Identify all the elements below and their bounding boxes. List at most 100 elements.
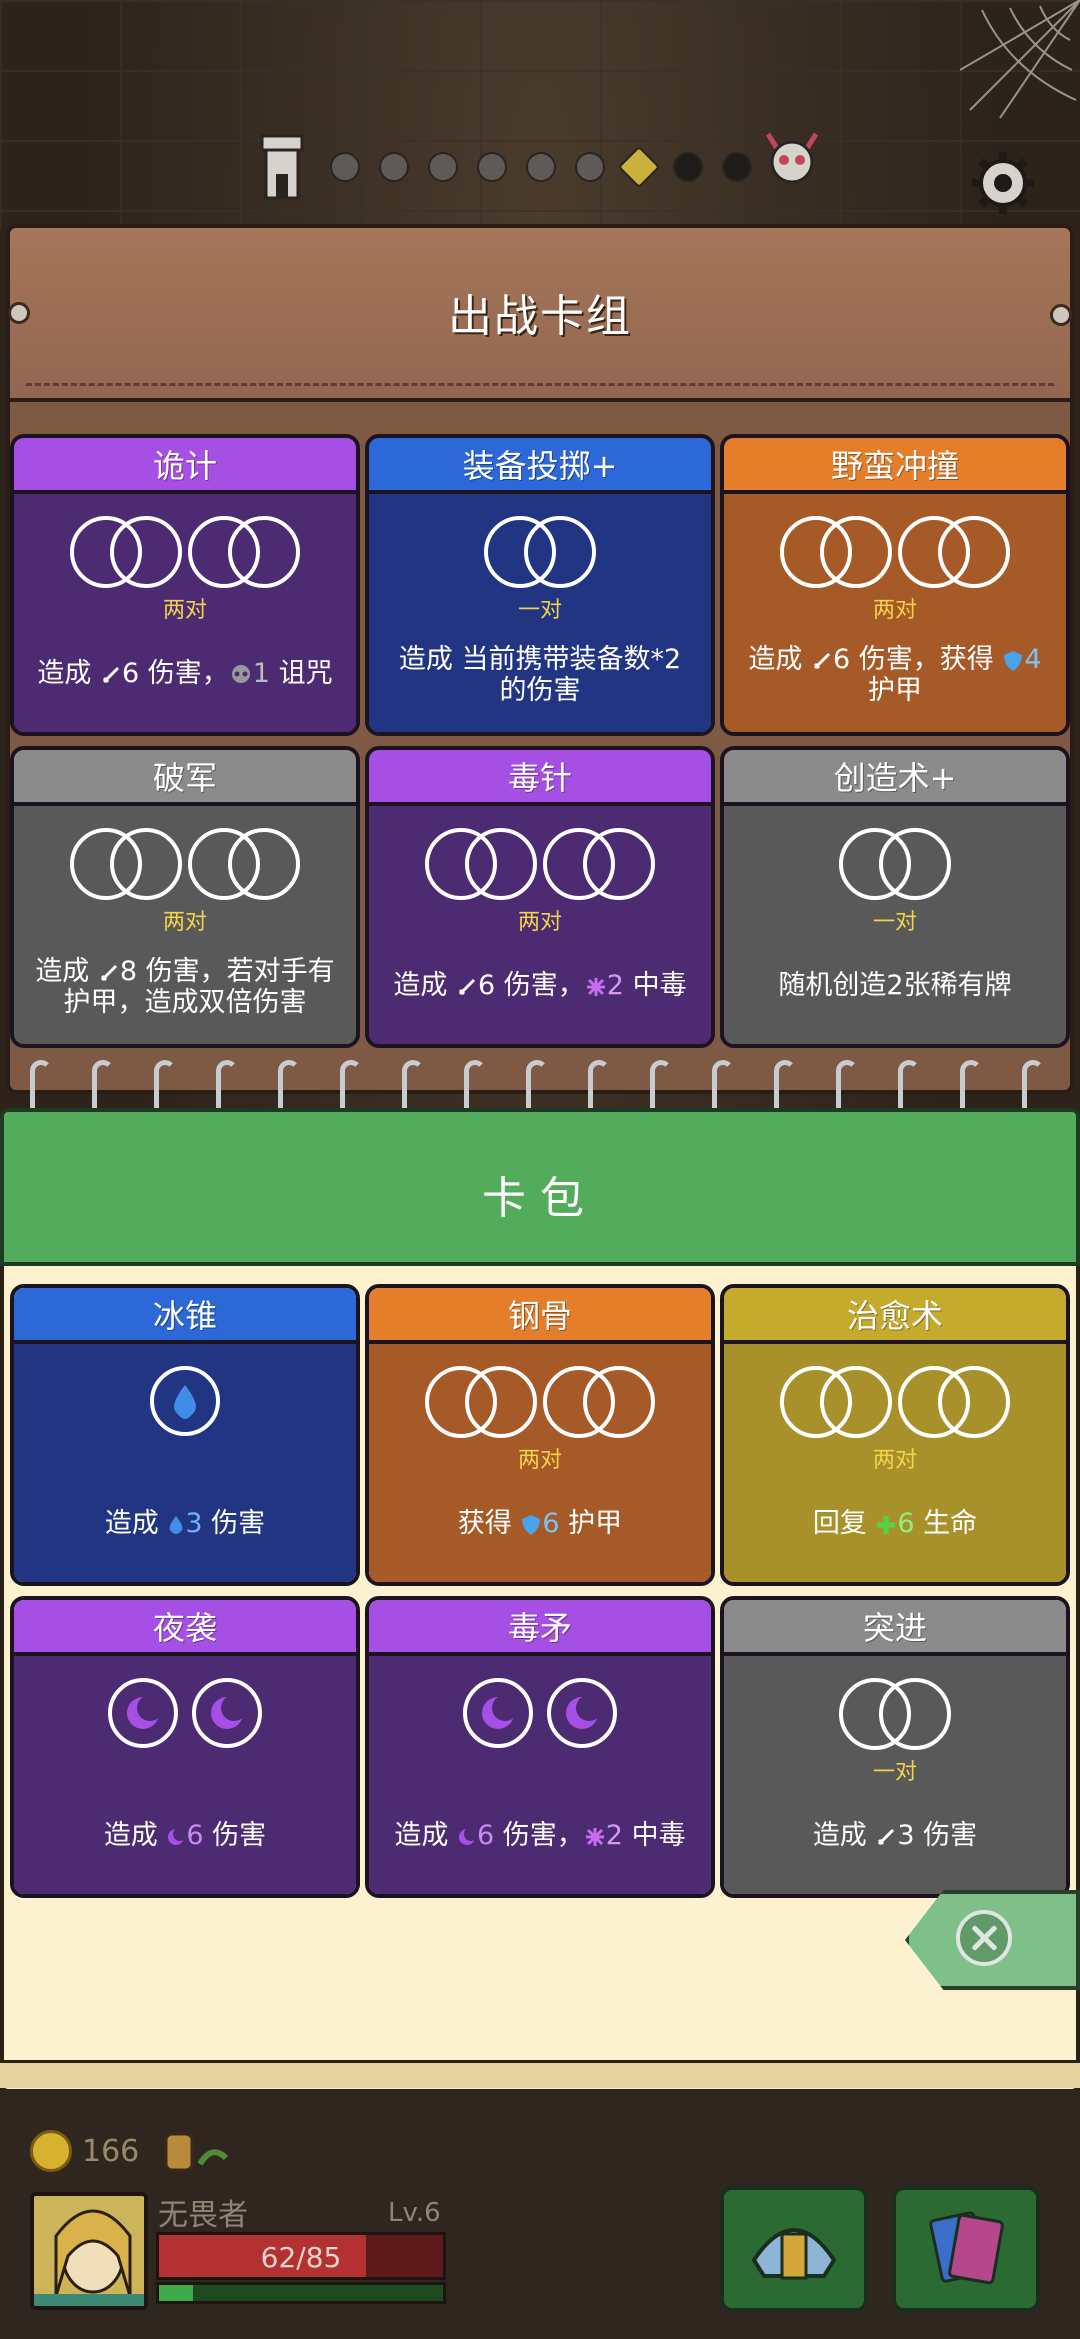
map-node bbox=[477, 152, 507, 182]
card-name: 装备投掷+ bbox=[369, 438, 711, 494]
moon-icon bbox=[463, 1678, 533, 1748]
map-node bbox=[673, 152, 703, 182]
map-node bbox=[575, 152, 605, 182]
map-node bbox=[379, 152, 409, 182]
card-name: 钢骨 bbox=[369, 1288, 711, 1344]
moon-icon bbox=[108, 1678, 178, 1748]
card-description: 造成 当前携带装备数*2 的伤害 bbox=[398, 644, 682, 706]
poison-icon bbox=[585, 1827, 604, 1846]
boss-skull-icon bbox=[765, 132, 819, 184]
deck-title: 出战卡组 bbox=[448, 291, 632, 342]
card-description: 造成 6 伤害 bbox=[103, 1820, 267, 1851]
card-description: 回复 6 生命 bbox=[812, 1508, 978, 1539]
helmet-icon bbox=[751, 2228, 837, 2280]
card-description: 造成 3 伤害 bbox=[104, 1508, 266, 1539]
pair-ring-icon bbox=[780, 516, 892, 590]
card-description: 造成 8 伤害，若对手有 护甲，造成双倍伤害 bbox=[35, 956, 335, 1018]
pair-ring-icon bbox=[898, 1366, 1010, 1440]
sword-icon bbox=[102, 666, 120, 683]
card-type: 一对 bbox=[872, 910, 917, 935]
card-name: 创造术+ bbox=[724, 750, 1066, 806]
avatar[interactable] bbox=[30, 2192, 148, 2310]
pair-ring-icon bbox=[543, 828, 655, 902]
cards-button[interactable] bbox=[892, 2186, 1040, 2312]
map-node bbox=[428, 152, 458, 182]
moon-icon bbox=[547, 1678, 617, 1748]
pair-ring-icon bbox=[839, 1678, 951, 1752]
hero-level: Lv.6 bbox=[388, 2198, 441, 2228]
sword-icon bbox=[878, 1828, 895, 1845]
pair-ring-icon bbox=[70, 516, 182, 590]
pack-card-3[interactable]: 治愈术 两对 回复 6 生命 bbox=[720, 1284, 1070, 1586]
pack-card-5[interactable]: 毒矛 造成 6 伤害， 2 中毒 bbox=[365, 1596, 715, 1898]
plus-icon bbox=[877, 1515, 896, 1534]
hp-text: 62/85 bbox=[260, 2241, 342, 2274]
cards-icon bbox=[929, 2211, 1004, 2285]
skull-icon bbox=[231, 664, 250, 683]
gold-amount: 166 bbox=[82, 2134, 140, 2169]
card-type: 两对 bbox=[872, 1448, 917, 1473]
deck-card-2[interactable]: 装备投掷+ 一对 造成 当前携带装备数*2 的伤害 bbox=[365, 434, 715, 736]
card-name: 夜袭 bbox=[14, 1600, 356, 1656]
sword-icon bbox=[458, 978, 476, 995]
pair-ring-icon bbox=[839, 828, 951, 902]
poison-icon bbox=[586, 977, 605, 996]
pack-card-6[interactable]: 突进 一对 造成 3 伤害 bbox=[720, 1596, 1070, 1898]
moon-icon bbox=[459, 1826, 478, 1845]
pair-ring-icon bbox=[780, 1366, 892, 1440]
hero-name: 无畏者 bbox=[158, 2198, 248, 2233]
card-description: 获得 6 护甲 bbox=[457, 1508, 623, 1539]
card-type: 两对 bbox=[162, 598, 207, 623]
shield-icon bbox=[522, 1514, 541, 1535]
tower-icon bbox=[260, 134, 304, 200]
card-name: 毒矛 bbox=[369, 1600, 711, 1656]
deck-card-1[interactable]: 诡计 两对 造成 6 伤害， 1 诅咒 bbox=[10, 434, 360, 736]
card-description: 造成 3 伤害 bbox=[812, 1820, 978, 1851]
shield-icon bbox=[1004, 650, 1023, 671]
pair-ring-icon bbox=[188, 828, 300, 902]
card-name: 诡计 bbox=[14, 438, 356, 494]
card-name: 野蛮冲撞 bbox=[724, 438, 1066, 494]
card-type: 两对 bbox=[517, 910, 562, 935]
deck-card-4[interactable]: 破军 两对 造成 8 伤害，若对手有 护甲，造成双倍伤害 bbox=[10, 746, 360, 1048]
brick-wall bbox=[0, 0, 1080, 230]
card-description: 随机创造2张稀有牌 bbox=[778, 970, 1012, 1001]
deck-card-5[interactable]: 毒针 两对 造成 6 伤害， 2 中毒 bbox=[365, 746, 715, 1048]
relic-icons bbox=[164, 2132, 229, 2172]
map-node bbox=[330, 152, 360, 182]
card-description: 造成 6 伤害，获得 4 护甲 bbox=[748, 644, 1042, 706]
pair-ring-icon bbox=[188, 516, 300, 590]
water-drop-icon bbox=[170, 1515, 183, 1534]
card-type: 两对 bbox=[872, 598, 917, 623]
card-type: 一对 bbox=[872, 1760, 917, 1785]
coin-icon bbox=[30, 2130, 72, 2172]
deck-card-6[interactable]: 创造术+ 一对 随机创造2张稀有牌 bbox=[720, 746, 1070, 1048]
xp-bar bbox=[156, 2282, 446, 2304]
card-description: 造成 6 伤害， 2 中毒 bbox=[394, 1820, 686, 1851]
moon-icon bbox=[192, 1678, 262, 1748]
pack-title: 卡包 bbox=[482, 1173, 598, 1224]
gear-icon[interactable] bbox=[968, 148, 1038, 218]
pack-card-2[interactable]: 钢骨 两对 获得 6 护甲 bbox=[365, 1284, 715, 1586]
pack-card-4[interactable]: 夜袭 造成 6 伤害 bbox=[10, 1596, 360, 1898]
pack-card-1[interactable]: 冰锥 造成 3 伤害 bbox=[10, 1284, 360, 1586]
pair-ring-icon bbox=[898, 516, 1010, 590]
card-name: 破军 bbox=[14, 750, 356, 806]
map-node bbox=[526, 152, 556, 182]
pair-ring-icon bbox=[484, 516, 596, 590]
card-name: 突进 bbox=[724, 1600, 1066, 1656]
spider-web-icon bbox=[960, 0, 1080, 119]
pair-ring-icon bbox=[425, 828, 537, 902]
deck-card-3[interactable]: 野蛮冲撞 两对 造成 6 伤害，获得 4 护甲 bbox=[720, 434, 1070, 736]
pack-bottom-strip bbox=[0, 2060, 1080, 2088]
card-name: 治愈术 bbox=[724, 1288, 1066, 1344]
equipment-button[interactable] bbox=[720, 2186, 868, 2312]
card-name: 冰锥 bbox=[14, 1288, 356, 1344]
card-type: 两对 bbox=[517, 1448, 562, 1473]
water-drop-icon bbox=[150, 1366, 220, 1436]
hp-bar: 62/85 bbox=[156, 2232, 446, 2280]
close-icon[interactable] bbox=[956, 1910, 1012, 1966]
sword-icon bbox=[100, 964, 117, 981]
pair-ring-icon bbox=[543, 1366, 655, 1440]
card-description: 造成 6 伤害， 1 诅咒 bbox=[37, 658, 333, 689]
